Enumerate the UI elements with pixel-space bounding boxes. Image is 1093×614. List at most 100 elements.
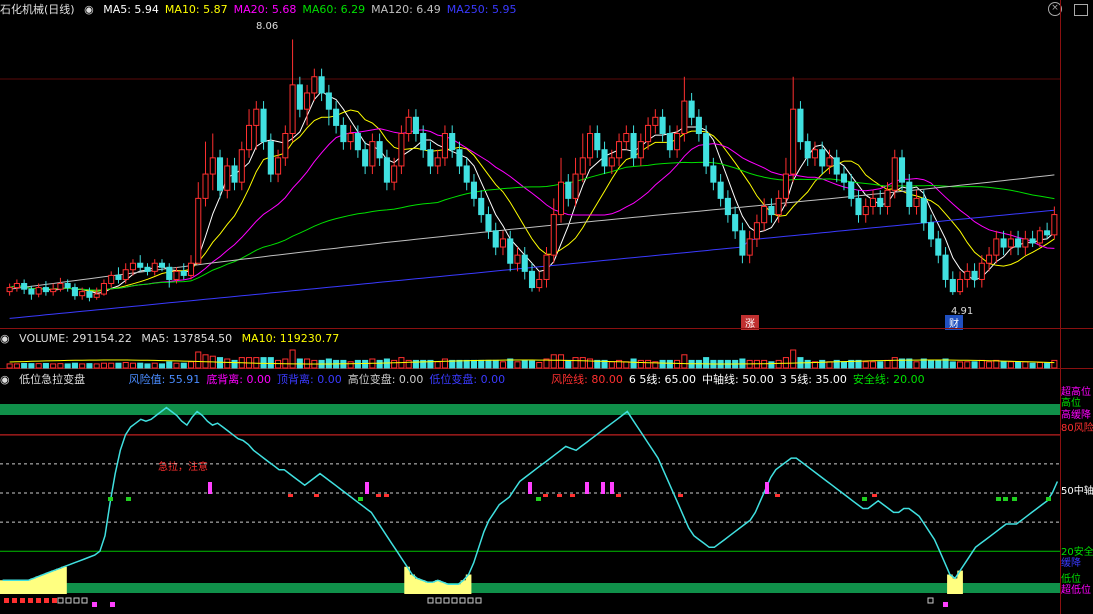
candle-body	[289, 84, 296, 135]
signal-dot-green	[108, 497, 113, 501]
candle-body	[674, 133, 681, 151]
candle-body	[739, 230, 746, 256]
volume-bar	[528, 360, 536, 369]
candle-body	[688, 100, 695, 118]
volume-bar	[1007, 361, 1014, 369]
candle-body	[681, 100, 688, 135]
candle-body	[536, 278, 543, 289]
candle-body	[601, 149, 608, 167]
candle-body	[325, 92, 332, 110]
candle-body	[1015, 238, 1022, 248]
volume-bar	[267, 357, 274, 369]
signal-dot-red	[384, 494, 389, 497]
volume-bar	[681, 354, 688, 369]
bottom-red-square	[12, 598, 17, 603]
volume-bar	[492, 359, 499, 369]
candle-body	[884, 189, 891, 207]
candle-body	[405, 116, 412, 135]
volume-bar	[1000, 361, 1007, 369]
volume-bar	[550, 354, 557, 369]
volume-bar	[623, 361, 630, 369]
volume-bar	[173, 362, 180, 369]
candle-body	[246, 124, 253, 151]
candle-body	[71, 287, 78, 297]
volume-bar	[79, 363, 86, 369]
volume-bar	[521, 359, 528, 369]
volume-bar	[354, 359, 361, 369]
candle-body	[957, 278, 964, 293]
candle-body	[514, 254, 521, 264]
signal-dot-green	[1012, 497, 1017, 501]
volume-bar	[13, 363, 20, 369]
volume-bar	[804, 359, 811, 369]
volume-bar	[195, 351, 202, 369]
candle-body	[333, 108, 340, 126]
candle-body	[202, 173, 209, 199]
volume-bar	[1022, 361, 1029, 369]
candle-body	[158, 262, 166, 268]
candle-body	[13, 283, 20, 289]
volume-bar	[166, 361, 173, 369]
bottom-hollow-square	[435, 597, 442, 604]
volume-bar	[231, 359, 238, 369]
volume-bar	[514, 361, 521, 369]
bottom-red-square	[28, 598, 33, 603]
bottom-hollow-square	[57, 597, 64, 604]
candle-body	[499, 238, 507, 248]
candle-body	[108, 274, 115, 285]
volume-bar	[412, 359, 419, 369]
bottom-hollow-square	[427, 597, 434, 604]
bottom-hollow-square	[927, 597, 934, 604]
candle-body	[173, 270, 180, 280]
candle-body	[543, 254, 550, 280]
candle-body	[282, 133, 289, 159]
signal-dot-green	[126, 497, 131, 501]
signal-dot-red	[543, 494, 548, 497]
bottom-green-band	[0, 583, 1060, 593]
candle-body	[216, 157, 224, 191]
signal-dot-green	[536, 497, 541, 501]
volume-bar	[485, 359, 492, 369]
candle-body	[855, 197, 862, 216]
bottom-hollow-square	[73, 597, 80, 604]
candle-body	[746, 238, 753, 256]
candle-body	[942, 254, 949, 280]
volume-bar	[224, 358, 231, 369]
volume-bar	[122, 362, 129, 369]
bottom-red-square	[20, 598, 25, 603]
candle-body	[579, 157, 586, 175]
candle-body	[637, 141, 644, 159]
volume-bar	[986, 361, 993, 369]
volume-bar	[964, 361, 971, 369]
candle-body	[115, 274, 122, 280]
volume-bar	[137, 362, 144, 369]
volume-bar	[927, 359, 935, 369]
candle-body	[224, 165, 231, 191]
candle-body	[456, 149, 463, 167]
volume-bar	[674, 359, 681, 369]
volume-bar	[108, 362, 115, 369]
signal-dot-red	[872, 494, 877, 497]
volume-bar	[499, 361, 507, 369]
candle-body	[550, 214, 557, 256]
candle-body	[463, 165, 470, 183]
volume-bar	[877, 361, 884, 369]
candle-body	[666, 133, 673, 151]
bottom-red-square	[36, 598, 41, 603]
volume-bar	[71, 362, 78, 369]
candle-body	[79, 291, 86, 297]
candle-body	[391, 165, 398, 183]
candle-body	[376, 141, 383, 159]
bottom-hollow-square	[81, 597, 88, 604]
candle-body	[50, 288, 57, 293]
volume-bar	[630, 358, 637, 369]
candle-body	[187, 262, 195, 276]
candle-body	[594, 133, 601, 151]
volume-bar	[456, 359, 463, 369]
candle-body	[927, 222, 935, 240]
volume-bar	[434, 361, 441, 369]
signal-dot-red	[616, 494, 621, 497]
volume-bar	[50, 363, 57, 369]
volume-bar	[659, 359, 666, 369]
candle-body	[768, 205, 775, 216]
